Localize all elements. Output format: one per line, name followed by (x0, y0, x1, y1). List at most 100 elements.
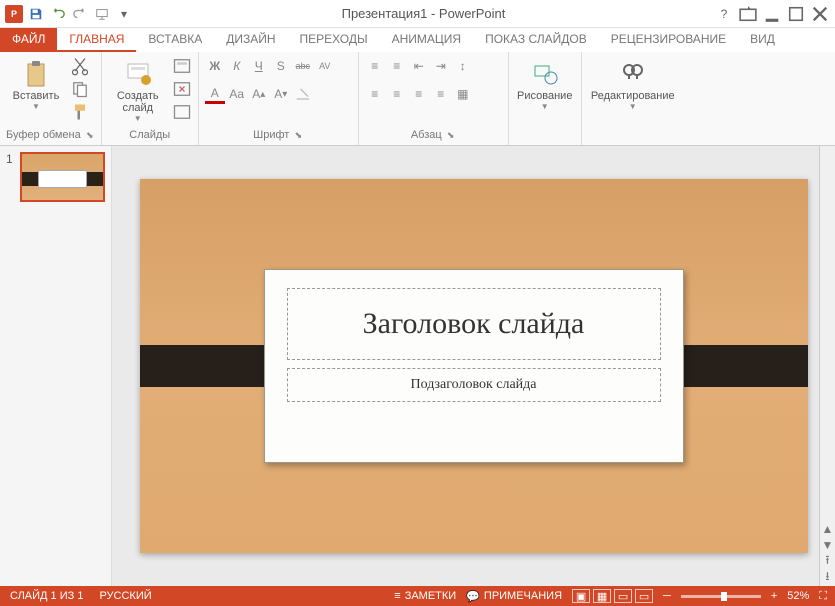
align-left-icon[interactable]: ≡ (365, 84, 385, 104)
underline-button[interactable]: Ч (249, 56, 269, 76)
tab-transitions[interactable]: ПЕРЕХОДЫ (288, 28, 380, 52)
tab-review[interactable]: РЕЦЕНЗИРОВАНИЕ (599, 28, 738, 52)
tab-slideshow[interactable]: ПОКАЗ СЛАЙДОВ (473, 28, 599, 52)
ribbon: Вставить ▼ Буфер обмена ⬊ Создать слайд ▼ (0, 52, 835, 146)
bullets-icon[interactable]: ≡ (365, 56, 385, 76)
char-spacing-button[interactable]: AV (315, 56, 335, 76)
sorter-view-icon[interactable]: ▦ (593, 589, 611, 603)
zoom-slider[interactable] (681, 595, 761, 598)
chevron-down-icon: ▼ (134, 114, 142, 123)
editing-label: Редактирование (591, 90, 675, 102)
thumbnail-preview[interactable] (20, 152, 105, 202)
next-slide-icon[interactable]: ⭳ (821, 570, 835, 584)
slide-counter[interactable]: СЛАЙД 1 ИЗ 1 (10, 590, 83, 602)
reset-icon[interactable] (172, 79, 192, 99)
comments-icon: 💬 (466, 590, 480, 603)
shapes-icon (529, 58, 561, 90)
find-icon (617, 58, 649, 90)
justify-icon[interactable]: ≡ (431, 84, 451, 104)
paste-label: Вставить (13, 90, 60, 102)
group-clipboard: Вставить ▼ Буфер обмена ⬊ (0, 52, 102, 145)
decrease-indent-icon[interactable]: ⇤ (409, 56, 429, 76)
tab-animations[interactable]: АНИМАЦИЯ (380, 28, 473, 52)
tab-home[interactable]: ГЛАВНАЯ (57, 28, 136, 52)
group-paragraph: ≡ ≡ ⇤ ⇥ ↕ ≡ ≡ ≡ ≡ ▦ Абзац ⬊ (359, 52, 509, 145)
group-slides-label: Слайды (108, 127, 192, 143)
paste-button[interactable]: Вставить ▼ (6, 56, 66, 113)
group-paragraph-label: Абзац (411, 129, 442, 141)
maximize-icon[interactable] (785, 4, 807, 24)
new-slide-button[interactable]: Создать слайд ▼ (108, 56, 168, 125)
chevron-down-icon: ▼ (541, 102, 549, 111)
slide-content-box: Заголовок слайда Подзаголовок слайда (264, 269, 684, 463)
shadow-button[interactable]: S (271, 56, 291, 76)
group-font-label: Шрифт (253, 129, 289, 141)
ribbon-display-icon[interactable] (737, 4, 759, 24)
dialog-launcher-icon[interactable]: ⬊ (85, 130, 95, 140)
qat-dropdown-icon[interactable]: ▾ (114, 4, 134, 24)
italic-button[interactable]: К (227, 56, 247, 76)
shrink-font-button[interactable]: A▾ (271, 84, 291, 104)
align-right-icon[interactable]: ≡ (409, 84, 429, 104)
tab-insert[interactable]: ВСТАВКА (136, 28, 214, 52)
section-icon[interactable] (172, 102, 192, 122)
window-controls: ? (713, 4, 835, 24)
strike-button[interactable]: abc (293, 56, 313, 76)
slideshow-view-icon[interactable]: ▭ (635, 589, 653, 603)
app-icon[interactable]: P (4, 4, 24, 24)
title-placeholder[interactable]: Заголовок слайда (287, 288, 661, 360)
tab-file[interactable]: ФАЙЛ (0, 28, 57, 52)
thumbnail-number: 1 (6, 152, 16, 202)
bold-button[interactable]: Ж (205, 56, 225, 76)
redo-icon[interactable] (70, 4, 90, 24)
help-icon[interactable]: ? (713, 4, 735, 24)
start-slideshow-icon[interactable] (92, 4, 112, 24)
columns-icon[interactable]: ▦ (453, 84, 473, 104)
comments-button[interactable]: 💬ПРИМЕЧАНИЯ (466, 590, 562, 603)
group-slides: Создать слайд ▼ Слайды (102, 52, 199, 145)
new-slide-label: Создать слайд (110, 90, 166, 114)
zoom-level[interactable]: 52% (787, 590, 809, 602)
copy-icon[interactable] (70, 79, 90, 99)
thumbnail-item[interactable]: 1 (6, 152, 105, 202)
cut-icon[interactable] (70, 56, 90, 76)
layout-icon[interactable] (172, 56, 192, 76)
minimize-icon[interactable] (761, 4, 783, 24)
clear-format-icon[interactable] (293, 84, 313, 104)
format-painter-icon[interactable] (70, 102, 90, 122)
font-color-button[interactable]: A (205, 84, 225, 104)
close-icon[interactable] (809, 4, 831, 24)
subtitle-placeholder[interactable]: Подзаголовок слайда (287, 368, 661, 402)
increase-indent-icon[interactable]: ⇥ (431, 56, 451, 76)
vertical-scrollbar[interactable]: ▲ ▼ ⭱ ⭳ (819, 146, 835, 586)
save-icon[interactable] (26, 4, 46, 24)
slide-canvas[interactable]: Заголовок слайда Подзаголовок слайда (140, 179, 808, 553)
slide-editor[interactable]: Заголовок слайда Подзаголовок слайда ▲ ▼… (112, 146, 835, 586)
tab-design[interactable]: ДИЗАЙН (214, 28, 287, 52)
zoom-in-button[interactable]: + (771, 590, 777, 602)
language-indicator[interactable]: РУССКИЙ (99, 590, 151, 602)
change-case-button[interactable]: Aa (227, 84, 247, 104)
line-spacing-icon[interactable]: ↕ (453, 56, 473, 76)
fit-to-window-icon[interactable]: ⛶ (819, 590, 827, 603)
new-slide-icon (122, 58, 154, 90)
align-center-icon[interactable]: ≡ (387, 84, 407, 104)
grow-font-button[interactable]: A▴ (249, 84, 269, 104)
dialog-launcher-icon[interactable]: ⬊ (293, 130, 303, 140)
normal-view-icon[interactable]: ▣ (572, 589, 590, 603)
numbering-icon[interactable]: ≡ (387, 56, 407, 76)
clipboard-icon (20, 58, 52, 90)
group-clipboard-label: Буфер обмена (6, 129, 81, 141)
tab-view[interactable]: ВИД (738, 28, 787, 52)
dialog-launcher-icon[interactable]: ⬊ (446, 130, 456, 140)
drawing-button[interactable]: Рисование ▼ (515, 56, 575, 113)
scroll-up-icon[interactable]: ▲ (821, 522, 835, 536)
notes-button[interactable]: ≡ЗАМЕТКИ (394, 590, 456, 602)
ribbon-tabs: ФАЙЛ ГЛАВНАЯ ВСТАВКА ДИЗАЙН ПЕРЕХОДЫ АНИ… (0, 28, 835, 52)
undo-icon[interactable] (48, 4, 68, 24)
editing-button[interactable]: Редактирование ▼ (588, 56, 678, 113)
zoom-out-button[interactable]: ─ (663, 590, 671, 602)
reading-view-icon[interactable]: ▭ (614, 589, 632, 603)
group-editing: Редактирование ▼ (582, 52, 684, 145)
workspace: 1 Заголовок слайда Подзаголовок слайда ▲… (0, 146, 835, 586)
